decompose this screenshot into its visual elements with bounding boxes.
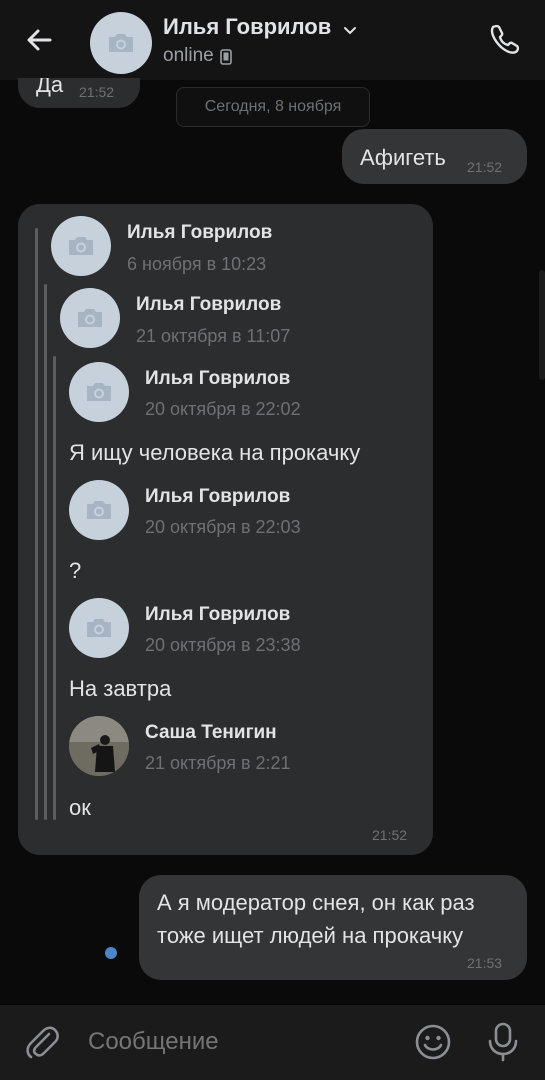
- message-text-line: А я модератор снея, он как раз: [157, 890, 475, 915]
- date-separator: Сегодня, 8 ноября: [176, 87, 370, 127]
- back-arrow-icon[interactable]: [20, 20, 60, 60]
- sender-name[interactable]: Илья Говрилов: [136, 294, 281, 316]
- camera-icon: [87, 383, 111, 401]
- message-time: 21:52: [467, 159, 503, 175]
- contact-name-front[interactable]: Илья Говрилов: [163, 14, 331, 40]
- forwarded-text: На завтра: [69, 676, 172, 701]
- contact-avatar-front[interactable]: [90, 12, 152, 74]
- contact-status-front: online: [163, 45, 214, 66]
- call-icon[interactable]: [484, 19, 524, 59]
- sender-avatar[interactable]: [51, 216, 111, 276]
- message-time: 21:52: [79, 84, 115, 100]
- forward-quote-bar: [53, 356, 56, 820]
- message-text-line: тоже ищет людей на прокачку: [157, 923, 464, 948]
- chevron-down-icon[interactable]: [342, 22, 358, 38]
- mobile-phone-icon: [220, 49, 232, 65]
- microphone-icon[interactable]: [483, 1020, 523, 1064]
- message-time: 21:53: [467, 955, 503, 971]
- sender-date: 21 октября в 11:07: [136, 326, 291, 346]
- sender-name[interactable]: Саша Тенигин: [145, 722, 277, 744]
- sender-date: 20 октября в 22:03: [145, 517, 301, 537]
- camera-icon: [69, 237, 93, 255]
- sender-avatar[interactable]: [69, 480, 129, 540]
- message-input[interactable]: [86, 1027, 390, 1057]
- message-text: Да: [36, 72, 64, 97]
- camera-icon: [109, 34, 133, 52]
- sender-date: 21 октября в 2:21: [145, 753, 291, 773]
- sender-date: 20 октября в 22:02: [145, 399, 301, 419]
- photo-avatar[interactable]: [69, 716, 129, 776]
- unread-dot: [105, 947, 117, 959]
- forwarded-text: Я ищу человека на прокачку: [69, 440, 361, 465]
- sender-avatar[interactable]: [60, 288, 120, 348]
- sender-avatar[interactable]: [69, 598, 129, 658]
- forwarded-text: ?: [69, 558, 82, 583]
- sender-name[interactable]: Илья Говрилов: [145, 604, 290, 626]
- scrollbar[interactable]: [539, 270, 545, 380]
- sender-name[interactable]: Илья Говрилов: [145, 368, 290, 390]
- sender-avatar[interactable]: [69, 362, 129, 422]
- camera-icon: [78, 309, 102, 327]
- person-photo-icon: [69, 716, 129, 776]
- forward-quote-bar: [35, 228, 38, 820]
- message-text: Афигеть: [360, 145, 446, 170]
- sender-date: 20 октября в 23:38: [145, 635, 301, 655]
- camera-icon: [87, 501, 111, 519]
- camera-icon: [87, 619, 111, 637]
- sender-name[interactable]: Илья Говрилов: [127, 222, 272, 244]
- forward-quote-bar: [44, 284, 47, 820]
- paperclip-icon[interactable]: [22, 1022, 62, 1062]
- emoji-icon[interactable]: [413, 1022, 453, 1062]
- sender-name[interactable]: Илья Говрилов: [145, 486, 290, 508]
- sender-date: 6 ноября в 10:23: [127, 254, 267, 274]
- forwarded-text: ок: [69, 795, 91, 820]
- message-time: 21:52: [372, 827, 408, 843]
